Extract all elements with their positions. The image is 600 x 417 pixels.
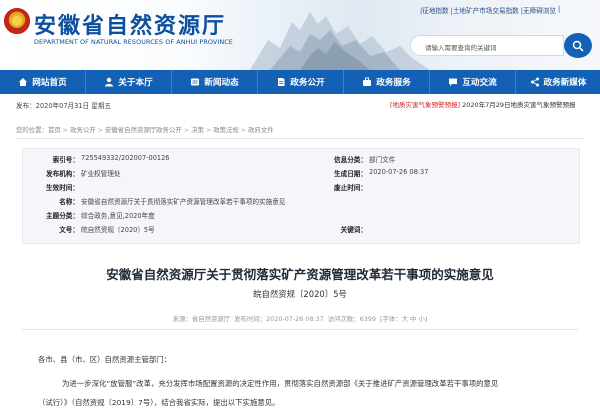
article-title: 安徽省自然资源厅关于贯彻落实矿产资源管理改革若干事项的实施意见 xyxy=(106,267,494,282)
document-icon xyxy=(278,78,285,86)
nav-label-interaction: 互动交流 xyxy=(462,78,497,88)
info-value-index: 725549332/202007-00126 xyxy=(81,154,170,162)
nav-label-home: 网站首页 xyxy=(32,78,67,88)
service-icon xyxy=(363,77,372,86)
nav-label-news: 新闻动态 xyxy=(204,78,239,88)
alert-marquee[interactable]: [地质灾害气象预警预报] 2020年7月29日地质灾害气象预警预报 xyxy=(390,99,576,109)
info-value-name: 安徽省自然资源厅关于贯彻落实矿产资源管理改革若干事项的实施意见 xyxy=(81,198,286,206)
top-link-accessibility[interactable]: |无障碍浏览 xyxy=(521,5,556,15)
info-label-topic: 主题分类： xyxy=(46,212,79,220)
breadcrumb-item-gov-doc[interactable]: 政府文件 xyxy=(248,125,274,134)
info-label-info-class: 信息分类： xyxy=(334,156,367,164)
nav-item-about[interactable]: 关于本厅 xyxy=(86,70,172,94)
top-link-market-index[interactable]: |土地矿产市场交易指数 xyxy=(451,5,519,15)
info-label-gen-date: 生成日期： xyxy=(334,170,367,178)
info-label-org: 发布机构： xyxy=(46,170,79,178)
info-label-repeal: 废止时间： xyxy=(334,184,367,192)
info-label-index: 索引号： xyxy=(52,156,79,164)
nav-item-home[interactable]: 网站首页 xyxy=(0,70,86,94)
user-icon xyxy=(105,77,114,87)
government-emblem-icon[interactable] xyxy=(4,8,30,34)
info-value-info-class: 部门文件 xyxy=(369,156,396,164)
nav-label-gov-service: 政务服务 xyxy=(376,78,411,88)
nav-item-gov-service[interactable]: 政务服务 xyxy=(344,70,430,94)
alert-text[interactable]: 2020年7月29日地质灾害气象预警预报 xyxy=(462,99,575,109)
top-link-land-index[interactable]: |征地指数 xyxy=(420,5,449,15)
article-paragraph-1b: （试行）》（自然资规〔2019〕7号），结合我省实际，提出以下实施意见。 xyxy=(38,398,280,407)
nav-item-new-media[interactable]: 政务新媒体 xyxy=(516,70,600,94)
main-nav: 网站首页 关于本厅 新闻动态 政务公开 政务服务 互动交流 政务新媒体 xyxy=(0,70,600,94)
info-label-name: 名称： xyxy=(59,198,79,206)
info-value-docno: 皖自然资规〔2020〕5号 xyxy=(81,226,155,234)
meta-source: 来源：省自然资源厅 xyxy=(172,315,231,323)
search-button[interactable] xyxy=(564,33,592,58)
site-subtitle: DEPARTMENT OF NATURAL RESOURCES OF ANHUI… xyxy=(34,38,233,46)
info-label-effective: 生效时间： xyxy=(46,184,79,192)
home-icon xyxy=(19,78,28,86)
search-icon xyxy=(572,40,584,52)
chat-icon xyxy=(449,78,458,86)
breadcrumb-item-decision[interactable]: 决策 xyxy=(191,125,204,134)
article-doc-number: 皖自然资规〔2020〕5号 xyxy=(253,289,347,299)
article-paragraph-1a: 为进一步深化“放管服”改革，充分发挥市场配置资源的决定性作用，贯彻落实自然资源部… xyxy=(62,379,499,388)
meta-views: 访问次数：6399 xyxy=(327,315,376,323)
article-meta: 来源：省自然资源厅 发布时间：2020-07-26 08:37 访问次数：639… xyxy=(0,314,600,323)
breadcrumb-separator: > xyxy=(205,125,212,134)
breadcrumb-separator: > xyxy=(183,125,190,134)
info-value-topic: 综合政务,意见,2020年度 xyxy=(81,212,155,220)
alert-tag[interactable]: [地质灾害气象预警预报] xyxy=(390,99,460,109)
article-divider xyxy=(22,329,578,330)
news-icon xyxy=(191,78,200,86)
date-bar: 发布：2020年07月31日 星期五 [地质灾害气象预警预报] 2020年7月2… xyxy=(0,94,600,114)
article-salutation: 各市、县（市、区）自然资源主管部门： xyxy=(38,355,172,364)
breadcrumb: 您的位置：首页 > 政务公开 > 安徽省自然资源厅政务公开 > 决策 > 政策法… xyxy=(16,125,274,135)
info-label-keywords: 关键词： xyxy=(340,226,367,234)
site-header: 安徽省自然资源厅 DEPARTMENT OF NATURAL RESOURCES… xyxy=(0,0,600,70)
breadcrumb-separator: > xyxy=(240,125,247,134)
site-title[interactable]: 安徽省自然资源厅 xyxy=(34,8,226,40)
nav-label-new-media: 政务新媒体 xyxy=(543,78,587,88)
search-placeholder: 请输入需要查询的关键词 xyxy=(425,44,497,52)
nav-label-about: 关于本厅 xyxy=(118,78,153,88)
breadcrumb-item-dept-open[interactable]: 安徽省自然资源厅政务公开 xyxy=(105,125,182,134)
share-icon xyxy=(530,77,539,87)
nav-item-interaction[interactable]: 互动交流 xyxy=(430,70,516,94)
nav-item-gov-open[interactable]: 政务公开 xyxy=(258,70,344,94)
date-text: 发布：2020年07月31日 星期五 xyxy=(16,102,112,110)
breadcrumb-separator: > xyxy=(62,125,69,134)
info-label-docno: 文号： xyxy=(59,226,79,234)
breadcrumb-item-gov-open[interactable]: 政务公开 xyxy=(70,125,96,134)
info-value-org: 矿业权管理处 xyxy=(81,170,121,178)
breadcrumb-separator: > xyxy=(97,125,104,134)
nav-item-news[interactable]: 新闻动态 xyxy=(172,70,258,94)
breadcrumb-item-policy[interactable]: 政策法规 xyxy=(213,125,239,134)
font-size-switcher[interactable]: [字体：大 中 小] xyxy=(380,314,427,323)
breadcrumb-item-home[interactable]: 您的位置：首页 xyxy=(16,125,61,134)
top-links: |征地指数 |土地矿产市场交易指数 |无障碍浏览 | xyxy=(420,5,560,15)
nav-label-gov-open: 政务公开 xyxy=(290,78,325,88)
top-link-separator: | xyxy=(557,5,561,13)
info-value-gen-date: 2020-07-26 08:37 xyxy=(369,168,429,176)
document-info-table: 索引号： 725549332/202007-00126 信息分类： 部门文件 发… xyxy=(22,148,580,244)
meta-date: 发布时间：2020-07-26 08:37 xyxy=(234,315,324,323)
search-input[interactable]: 请输入需要查询的关键词 xyxy=(410,35,564,56)
breadcrumb-divider xyxy=(16,138,584,139)
